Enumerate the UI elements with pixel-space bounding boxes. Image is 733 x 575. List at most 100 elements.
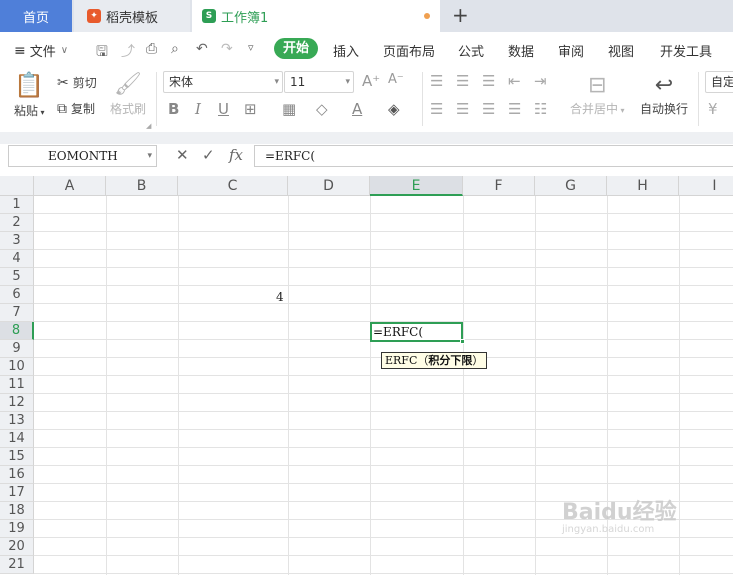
row-header[interactable]: 21 <box>0 556 34 574</box>
fill-handle[interactable] <box>460 339 465 344</box>
column-header-g[interactable]: G <box>535 176 607 196</box>
file-menu[interactable]: ≡ 文件 ∨ <box>14 41 68 61</box>
chevron-down-icon: ▾ <box>147 151 152 161</box>
chevron-down-icon: ▾ <box>345 77 350 87</box>
decrease-font-icon[interactable]: A⁻ <box>388 72 404 87</box>
border-icon[interactable]: ⊞ <box>244 100 257 118</box>
name-box[interactable]: EOMONTH ▾ <box>8 145 157 167</box>
italic-icon[interactable]: I <box>195 100 201 118</box>
tab-workbook[interactable]: S 工作簿1 <box>192 0 440 32</box>
save-icon[interactable]: 🖫 <box>96 41 108 65</box>
align-center-icon[interactable]: ☰ <box>456 100 469 118</box>
docer-logo-icon: ✦ <box>87 9 101 23</box>
row-header[interactable]: 5 <box>0 268 34 286</box>
tab-workbook-label: 工作簿1 <box>221 10 269 26</box>
underline-icon[interactable]: U <box>218 100 229 118</box>
formula-input[interactable]: =ERFC( <box>254 145 733 167</box>
dialog-launcher-icon[interactable]: ◢ <box>146 122 151 130</box>
align-top-icon[interactable]: ☰ <box>430 72 443 90</box>
justify-icon[interactable]: ☰ <box>508 100 521 118</box>
bold-icon[interactable]: B <box>168 100 179 118</box>
fill-color-icon[interactable]: ◇ <box>316 100 328 118</box>
confirm-icon[interactable]: ✓ <box>202 146 215 164</box>
row-header[interactable]: 7 <box>0 304 34 322</box>
fill-pattern-icon[interactable]: ▦ <box>282 100 296 118</box>
menu-page-layout[interactable]: 页面布局 <box>383 41 435 60</box>
menu-data[interactable]: 数据 <box>508 41 534 60</box>
increase-font-icon[interactable]: A⁺ <box>362 72 380 90</box>
column-header-h[interactable]: H <box>607 176 679 196</box>
row-header[interactable]: 8 <box>0 322 34 340</box>
row-header[interactable]: 19 <box>0 520 34 538</box>
spreadsheet-file-icon: S <box>202 9 216 23</box>
row-header[interactable]: 2 <box>0 214 34 232</box>
font-color-icon[interactable]: A <box>352 100 362 118</box>
insert-function-icon[interactable]: fx <box>229 146 243 164</box>
row-header[interactable]: 18 <box>0 502 34 520</box>
number-format-select[interactable]: 自定 <box>705 71 733 93</box>
row-header[interactable]: 14 <box>0 430 34 448</box>
column-header-e[interactable]: E <box>370 176 463 196</box>
row-header[interactable]: 4 <box>0 250 34 268</box>
tab-home[interactable]: 首页 <box>0 0 72 32</box>
menu-insert[interactable]: 插入 <box>333 41 359 60</box>
indent-increase-icon[interactable]: ⇥ <box>534 72 547 90</box>
cell-c6[interactable]: 4 <box>276 290 284 304</box>
menu-review[interactable]: 审阅 <box>558 41 584 60</box>
active-cell-e8[interactable]: =ERFC( <box>370 322 463 342</box>
align-bottom-icon[interactable]: ☰ <box>482 72 495 90</box>
copy-button[interactable]: ⧉ 复制 <box>57 100 95 117</box>
row-header[interactable]: 1 <box>0 196 34 214</box>
column-header-c[interactable]: C <box>178 176 288 196</box>
row-header[interactable]: 11 <box>0 376 34 394</box>
tab-template-label: 稻壳模板 <box>106 10 159 26</box>
row-header[interactable]: 10 <box>0 358 34 376</box>
row-header[interactable]: 17 <box>0 484 34 502</box>
column-header-i[interactable]: I <box>679 176 733 196</box>
merge-center-button[interactable]: ⊟ 合并居中 ▾ <box>570 72 625 117</box>
font-size-select[interactable]: 11 ▾ <box>284 71 354 93</box>
paste-label: 粘贴 <box>14 104 39 118</box>
row-header[interactable]: 9 <box>0 340 34 358</box>
menu-view[interactable]: 视图 <box>608 41 634 60</box>
row-header[interactable]: 20 <box>0 538 34 556</box>
row-header[interactable]: 3 <box>0 232 34 250</box>
print-preview-icon[interactable]: ⌕ <box>171 41 179 57</box>
menu-start[interactable]: 开始 <box>274 38 318 59</box>
select-all-corner[interactable] <box>0 176 34 196</box>
export-icon[interactable]: ⤴ <box>121 41 135 61</box>
name-box-value: EOMONTH <box>48 149 118 163</box>
new-tab-button[interactable]: + <box>452 4 469 26</box>
align-right-icon[interactable]: ☰ <box>482 100 495 118</box>
undo-icon[interactable]: ↶ <box>196 41 208 57</box>
print-icon[interactable]: ⎙ <box>146 41 157 57</box>
redo-icon[interactable]: ↷ <box>221 41 233 57</box>
column-header-b[interactable]: B <box>106 176 178 196</box>
column-header-d[interactable]: D <box>288 176 370 196</box>
quick-access-more-icon[interactable]: ▿ <box>248 41 254 54</box>
cut-button[interactable]: ✂ 剪切 <box>57 74 97 91</box>
indent-decrease-icon[interactable]: ⇤ <box>508 72 521 90</box>
cancel-icon[interactable]: ✕ <box>176 146 189 164</box>
row-gridline <box>34 483 733 484</box>
menu-formulas[interactable]: 公式 <box>458 41 484 60</box>
row-header[interactable]: 6 <box>0 286 34 304</box>
align-middle-icon[interactable]: ☰ <box>456 72 469 90</box>
column-header-f[interactable]: F <box>463 176 535 196</box>
eraser-icon[interactable]: ◈ <box>388 100 400 118</box>
currency-icon[interactable]: ¥ <box>708 100 718 118</box>
distribute-icon[interactable]: ☷ <box>534 100 547 118</box>
ribbon-divider <box>698 72 699 126</box>
menu-developer[interactable]: 开发工具 <box>660 41 712 60</box>
row-header[interactable]: 15 <box>0 448 34 466</box>
paste-button[interactable]: 📋 粘贴 ▾ <box>14 70 45 119</box>
column-header-a[interactable]: A <box>34 176 106 196</box>
format-painter-button[interactable]: 🖌 格式刷 <box>110 70 146 117</box>
align-left-icon[interactable]: ☰ <box>430 100 443 118</box>
tab-template[interactable]: ✦ 稻壳模板 <box>74 0 190 32</box>
wrap-text-button[interactable]: ↩ 自动换行 <box>640 72 688 117</box>
row-header[interactable]: 12 <box>0 394 34 412</box>
row-header[interactable]: 16 <box>0 466 34 484</box>
row-header[interactable]: 13 <box>0 412 34 430</box>
font-name-select[interactable]: 宋体 ▾ <box>163 71 283 93</box>
